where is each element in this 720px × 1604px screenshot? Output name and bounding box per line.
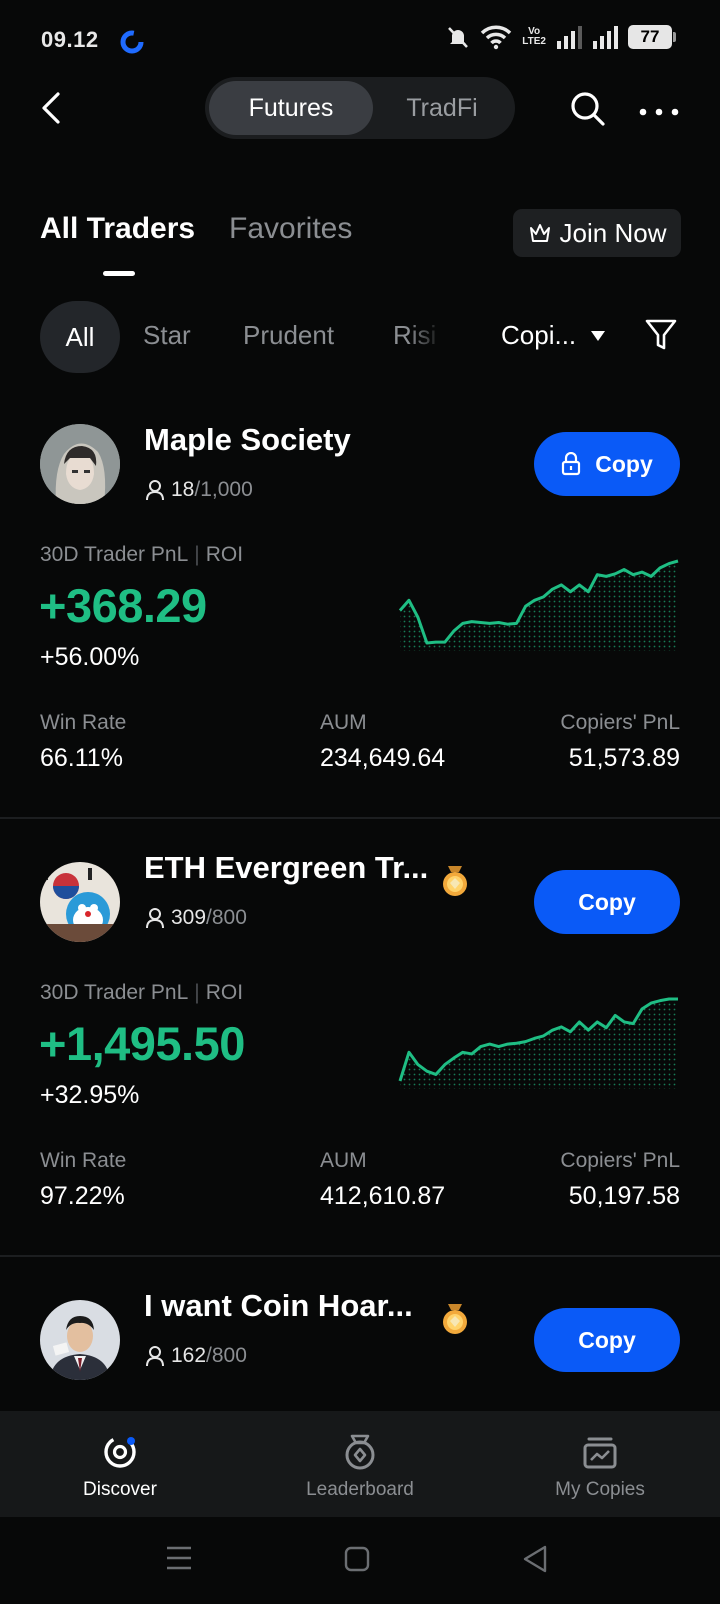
pnl-roi-label: 30D Trader PnL | ROI	[40, 981, 244, 1004]
avatar[interactable]	[40, 424, 120, 504]
volte-indicator: Vo LTE2	[522, 26, 546, 47]
avatar-image	[40, 1300, 120, 1380]
join-now-button[interactable]: Join Now	[513, 209, 681, 257]
aum-label: AUM	[320, 711, 367, 734]
copy-label: Copy	[578, 888, 636, 915]
status-icons: Vo LTE2 77	[446, 24, 676, 50]
chip-all[interactable]: All	[40, 301, 120, 373]
trader-name[interactable]: ETH Evergreen Tr...	[144, 850, 428, 886]
nav-my-copies-label: My Copies	[555, 1479, 645, 1500]
pnl-value: +368.29	[39, 579, 207, 632]
avatar-image	[40, 862, 120, 942]
back-button[interactable]	[38, 90, 66, 131]
nav-discover-label: Discover	[83, 1479, 157, 1500]
signal-icon-2	[593, 26, 618, 49]
pnl-value: +1,495.50	[39, 1017, 245, 1070]
copiers-count: 162/800	[145, 1344, 247, 1368]
tab-all-traders[interactable]: All Traders	[40, 212, 195, 246]
chip-star[interactable]: Star	[143, 320, 191, 351]
win-rate-label: Win Rate	[40, 711, 127, 734]
win-rate-label: Win Rate	[40, 1149, 127, 1172]
filter-button[interactable]	[645, 318, 677, 357]
back-triangle-icon	[523, 1545, 547, 1573]
pnl-sparkline	[398, 559, 679, 651]
aum-value: 234,649.64	[320, 744, 446, 772]
aum-value: 412,610.87	[320, 1182, 446, 1210]
person-icon	[146, 908, 164, 929]
copy-label: Copy	[595, 450, 653, 477]
recents-button[interactable]	[166, 1545, 192, 1576]
active-tab-indicator	[103, 271, 135, 276]
trader-name[interactable]: Maple Society	[144, 422, 351, 458]
trader-name[interactable]: I want Coin Hoar...	[144, 1288, 413, 1324]
copiers-count: 18/1,000	[145, 478, 253, 502]
chip-prudent[interactable]: Prudent	[243, 320, 334, 351]
roi-value: +32.95%	[40, 1081, 140, 1109]
app-status-icon	[118, 28, 146, 61]
tab-favorites[interactable]: Favorites	[229, 212, 352, 246]
gold-medal-icon	[438, 1302, 472, 1341]
aum-label: AUM	[320, 1149, 367, 1172]
sort-dropdown[interactable]: Copi...	[501, 320, 606, 351]
leaderboard-icon	[345, 1434, 375, 1470]
sparkline-area	[400, 999, 678, 1089]
gold-medal-icon	[438, 864, 472, 903]
market-switch: Futures TradFi	[205, 77, 515, 139]
copiers-pnl-label: Copiers' PnL	[560, 711, 680, 734]
pnl-roi-label: 30D Trader PnL | ROI	[40, 543, 244, 566]
wifi-icon	[481, 25, 512, 50]
back-arrow-icon	[42, 92, 60, 124]
copy-button[interactable]: Copy	[534, 1308, 680, 1372]
system-back-button[interactable]	[522, 1545, 548, 1578]
tab-futures[interactable]: Futures	[209, 81, 373, 135]
nav-leaderboard-label: Leaderboard	[306, 1479, 414, 1500]
copy-label: Copy	[578, 1326, 636, 1353]
card-divider	[0, 1255, 720, 1257]
my-copies-icon	[583, 1437, 617, 1469]
copiers-count: 309/800	[145, 906, 247, 930]
nav-leaderboard[interactable]: Leaderboard	[260, 1433, 460, 1501]
chip-rising[interactable]: Risi	[393, 320, 443, 351]
pnl-sparkline	[398, 997, 678, 1089]
card-divider	[0, 817, 720, 819]
tab-tradfi[interactable]: TradFi	[373, 81, 511, 135]
crown-icon	[529, 224, 550, 242]
battery-indicator: 77	[628, 25, 676, 49]
status-time: 09.12	[41, 27, 99, 52]
caret-down-icon	[591, 330, 606, 341]
avatar[interactable]	[40, 862, 120, 942]
win-rate-value: 66.11%	[40, 744, 123, 772]
more-dots-icon	[639, 108, 679, 116]
copy-button[interactable]: Copy	[534, 870, 680, 934]
avatar-image	[40, 424, 120, 504]
win-rate-value: 97.22%	[40, 1182, 125, 1210]
search-icon	[571, 92, 605, 126]
sort-label: Copi...	[501, 320, 577, 350]
roi-value: +56.00%	[40, 643, 140, 671]
copiers-pnl-value: 51,573.89	[568, 744, 680, 772]
filter-icon	[645, 319, 677, 350]
person-icon	[146, 1346, 164, 1367]
discover-icon	[104, 1436, 136, 1468]
join-now-label: Join Now	[559, 217, 667, 248]
copy-button[interactable]: Copy	[534, 432, 680, 496]
copiers-pnl-value: 50,197.58	[568, 1182, 680, 1210]
home-button[interactable]	[344, 1546, 370, 1577]
search-button[interactable]	[570, 91, 606, 132]
nav-discover[interactable]: Discover	[20, 1433, 220, 1501]
copiers-pnl-label: Copiers' PnL	[560, 1149, 680, 1172]
more-button[interactable]	[639, 104, 679, 122]
mute-icon	[448, 27, 469, 48]
nav-my-copies[interactable]: My Copies	[500, 1433, 700, 1501]
avatar[interactable]	[40, 1300, 120, 1380]
lock-icon	[562, 452, 581, 476]
person-icon	[146, 480, 164, 501]
menu-lines-icon	[167, 1546, 191, 1570]
home-square-icon	[344, 1546, 370, 1572]
signal-icon-1	[557, 26, 582, 49]
